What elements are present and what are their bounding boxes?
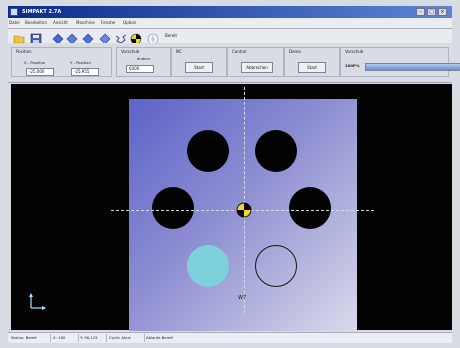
window-title: SIMPAKT 2.7A: [22, 9, 62, 15]
hole-middle-left[interactable]: [152, 187, 194, 229]
cnc-canvas[interactable]: W7: [11, 84, 452, 331]
save-icon[interactable]: [30, 30, 42, 45]
demo-group: Demo Start: [284, 47, 340, 77]
open-folder-icon[interactable]: [13, 30, 25, 44]
position-title: Position: [16, 49, 32, 54]
crosshair-vertical: [244, 87, 245, 313]
toolbar: Bereit: [8, 29, 452, 45]
status-bar: Status: Bereit X: 160 Y: 96,125 Cyclic A…: [8, 332, 452, 343]
feed-title: Vorschub: [121, 49, 140, 54]
nc-group: NC Start: [171, 47, 227, 77]
menu-datei[interactable]: Datei: [9, 19, 20, 27]
status-divider: [50, 334, 51, 342]
vorschub-title: Vorschub: [345, 49, 364, 54]
toolbar-status-label: Bereit: [165, 33, 177, 38]
zoom-label: 100P%: [345, 63, 360, 68]
status-x-value: X: 160: [53, 335, 66, 340]
status-divider: [106, 334, 107, 342]
control-group: Control Abbrechen: [227, 47, 284, 77]
app-window: SIMPAKT 2.7A – □ × Datei Bearbeiten Ansi…: [0, 0, 460, 348]
x-position-field[interactable]: -25,000: [26, 68, 54, 76]
machine-position-marker[interactable]: [235, 201, 253, 219]
maximize-button[interactable]: □: [427, 8, 436, 16]
status-text: Status: Bereit: [11, 335, 37, 340]
vorschub-group: Vorschub 100P%: [340, 47, 460, 77]
abort-button[interactable]: Abbrechen: [241, 62, 273, 73]
y-position-field[interactable]: -25,955: [71, 68, 99, 76]
zoom-fill: [366, 64, 460, 70]
diamond-down-icon[interactable]: [99, 30, 111, 45]
title-bar: SIMPAKT 2.7A – □ ×: [8, 6, 452, 18]
status-divider: [144, 334, 145, 342]
control-panel: Position X - Position -25,000 Y - Positi…: [8, 43, 460, 83]
position-group: Position X - Position -25,000 Y - Positi…: [11, 47, 112, 77]
control-title: Control: [232, 49, 247, 54]
hole-bottom-right[interactable]: [255, 245, 297, 287]
menu-option[interactable]: Option: [123, 19, 136, 27]
hole-middle-right[interactable]: [289, 187, 331, 229]
app-icon: [10, 8, 18, 16]
menu-fenster[interactable]: Fenster: [101, 19, 116, 27]
status-process: Ablaufe Bereit: [146, 335, 173, 340]
diamond-left-icon[interactable]: [52, 30, 64, 45]
diamond-up-icon[interactable]: [82, 30, 94, 45]
zoom-slider[interactable]: [365, 63, 460, 71]
minimize-button[interactable]: –: [416, 8, 425, 16]
zigzag-icon[interactable]: [115, 30, 127, 44]
demo-start-button[interactable]: Start: [298, 62, 326, 73]
hole-top-right[interactable]: [255, 130, 297, 172]
hole-top-left[interactable]: [187, 130, 229, 172]
workpiece-label: W7: [238, 295, 247, 301]
menu-bearbeiten[interactable]: Bearbeiten: [25, 19, 47, 27]
close-button[interactable]: ×: [438, 8, 447, 16]
axis-indicator: [29, 293, 46, 310]
y-position-label: Y - Position: [70, 60, 91, 65]
nc-start-button[interactable]: Start: [185, 62, 213, 73]
x-position-label: X - Position: [24, 60, 46, 65]
compass-icon[interactable]: [147, 30, 159, 45]
feed-input[interactable]: 6000: [126, 65, 154, 73]
status-divider: [78, 334, 79, 342]
hole-bottom-left[interactable]: [187, 245, 229, 287]
menu-maschine[interactable]: Maschine: [76, 19, 95, 27]
status-y-value: Y: 96,125: [80, 335, 98, 340]
target-icon[interactable]: [130, 30, 142, 45]
menu-bar: Datei Bearbeiten Ansicht Maschine Fenste…: [8, 18, 452, 29]
menu-ansicht[interactable]: Ansicht: [53, 19, 68, 27]
nc-title: NC: [176, 49, 182, 54]
diamond-right-icon[interactable]: [66, 30, 78, 45]
status-cycle: Cyclic Aktiv: [109, 335, 131, 340]
feed-field-label: ändern: [137, 56, 151, 61]
feed-group: Vorschub ändern 6000: [116, 47, 171, 77]
demo-title: Demo: [289, 49, 301, 54]
